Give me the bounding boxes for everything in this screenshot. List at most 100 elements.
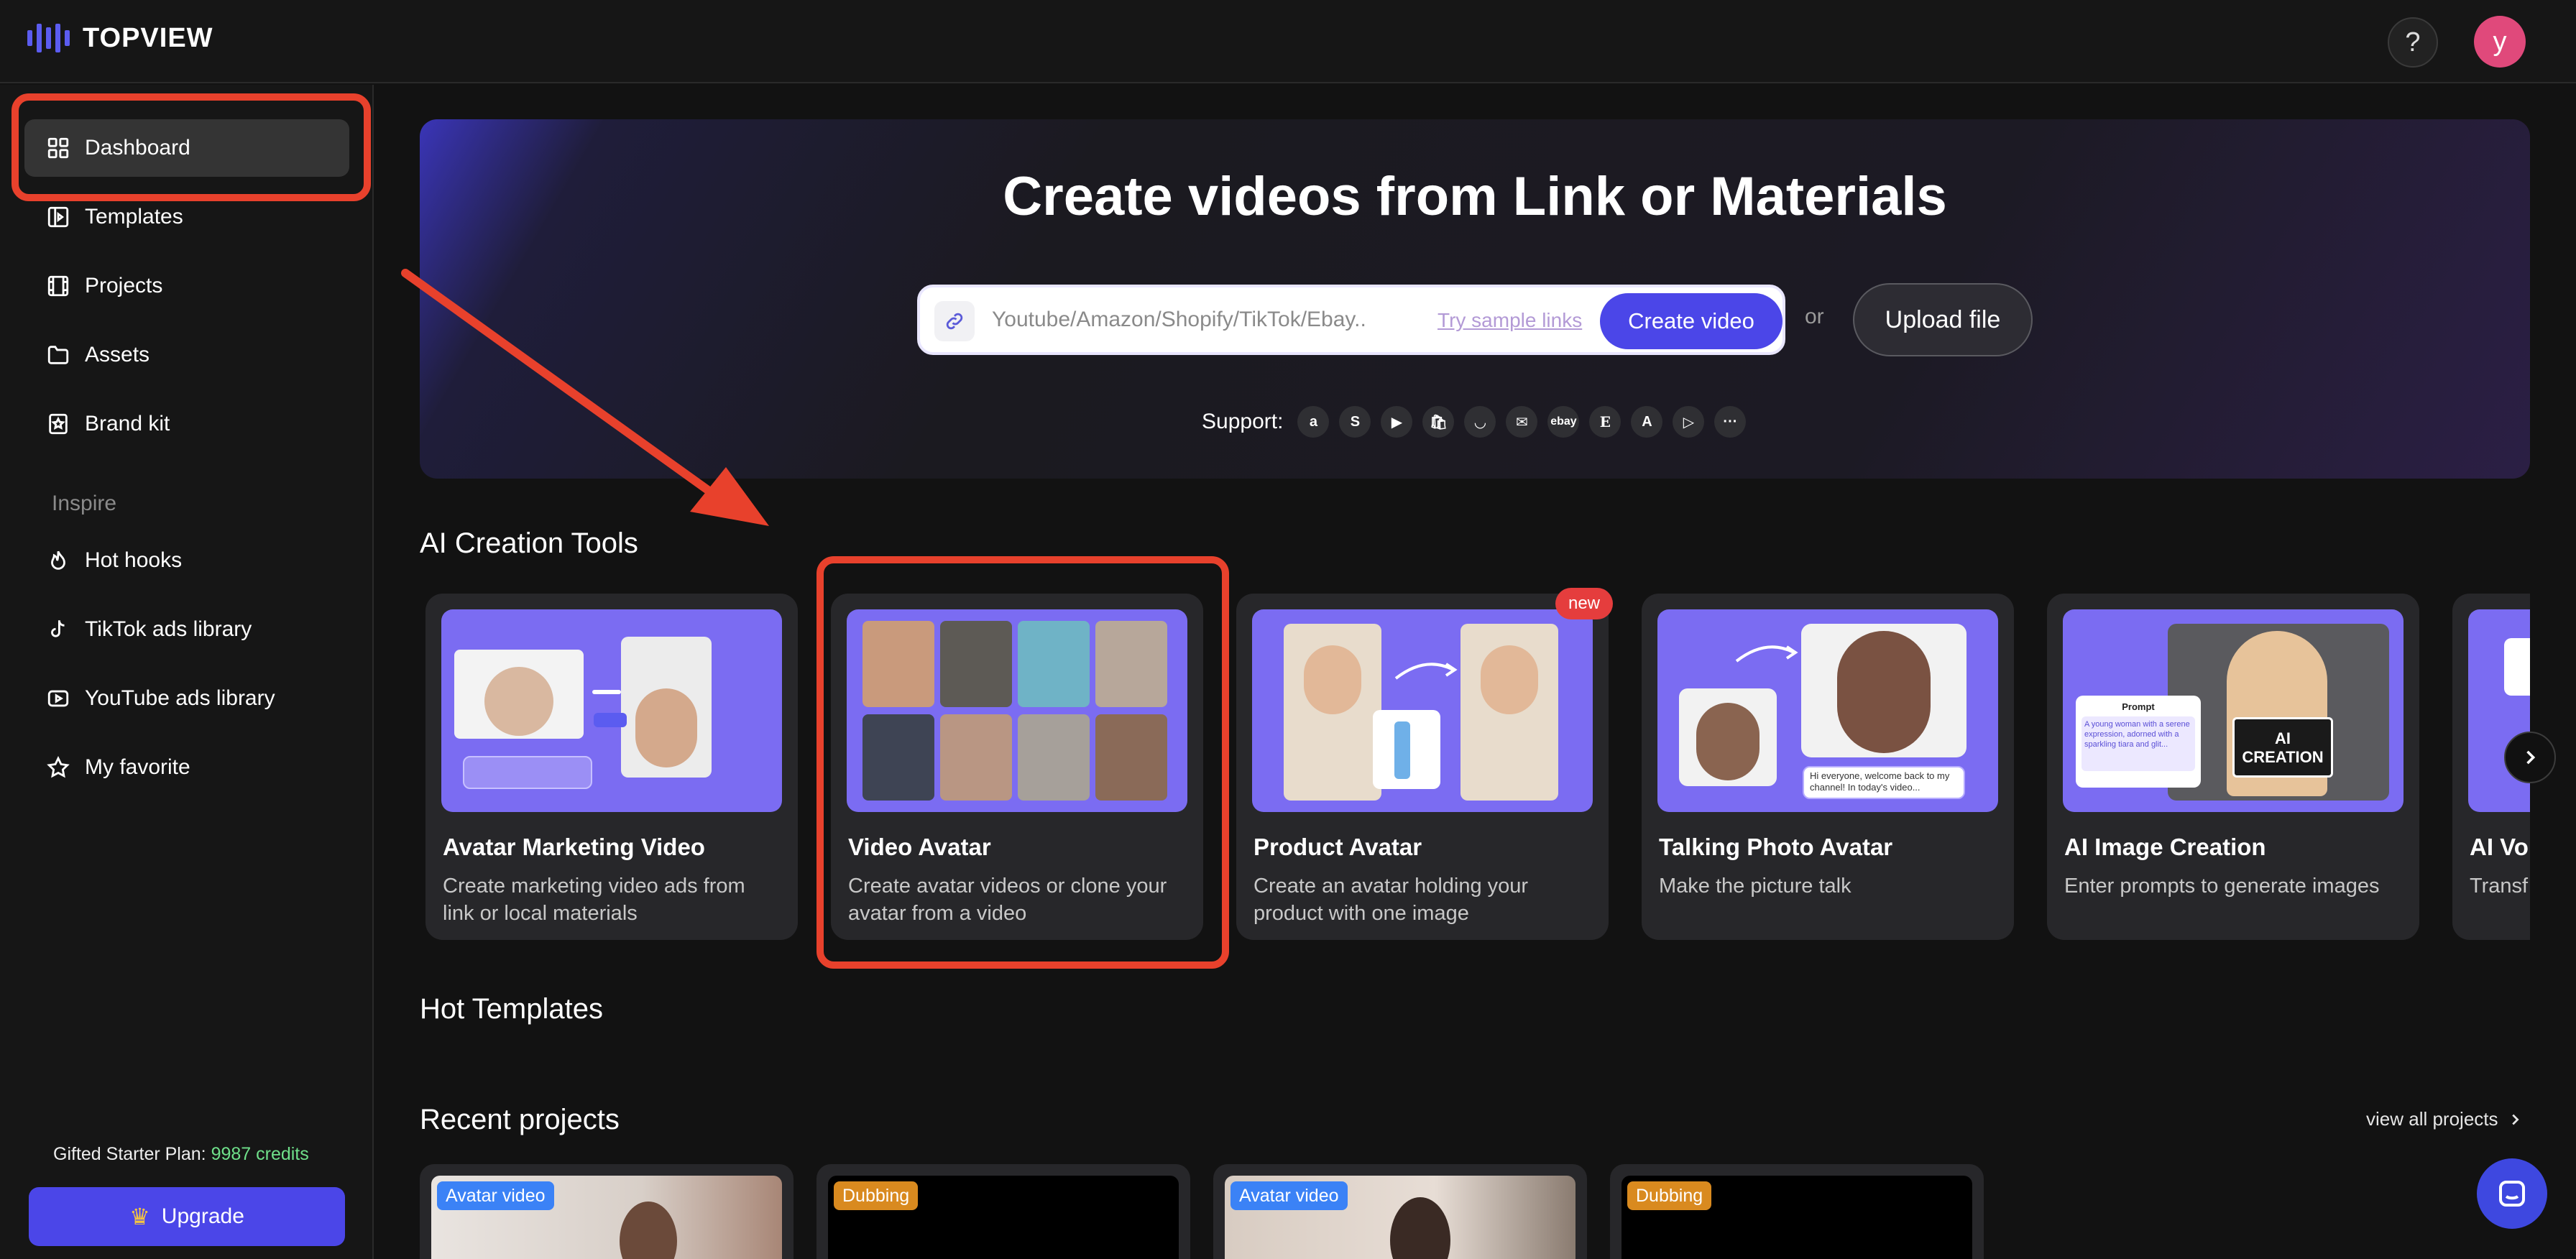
new-badge: new	[1555, 588, 1613, 619]
create-video-button[interactable]: Create video	[1600, 293, 1782, 349]
tool-card-talking-photo[interactable]: Hi everyone, welcome back to my channel!…	[1642, 594, 2014, 940]
app-store-icon: A	[1631, 406, 1663, 438]
upgrade-button[interactable]: ♛ Upgrade	[29, 1187, 345, 1246]
prompt-text: A young woman with a serene expression, …	[2082, 716, 2195, 771]
template-icon	[46, 205, 70, 229]
sidebar-item-label: Assets	[85, 343, 150, 366]
sidebar-item-label: TikTok ads library	[85, 617, 252, 641]
tool-card-ai-image[interactable]: AI CREATION Prompt A young woman with a …	[2047, 594, 2419, 940]
sidebar-item-assets[interactable]: Assets	[24, 326, 349, 384]
upload-file-button[interactable]: Upload file	[1853, 283, 2033, 356]
url-bar: Try sample links Create video	[917, 285, 1785, 355]
credits-count: 9987 credits	[211, 1144, 309, 1164]
card-title: AI Vo	[2470, 834, 2529, 860]
project-type-badge: Dubbing	[834, 1181, 919, 1210]
sidebar-item-tiktok-ads[interactable]: TikTok ads library	[24, 601, 349, 658]
project-type-badge: Avatar video	[1230, 1181, 1348, 1210]
sidebar-item-label: YouTube ads library	[85, 686, 275, 710]
chevron-right-icon	[2511, 1114, 2519, 1125]
project-type-badge: Dubbing	[1627, 1181, 1712, 1210]
sidebar-item-label: My favorite	[85, 755, 190, 779]
etsy-icon: E	[1589, 406, 1622, 438]
sidebar-item-label: Projects	[85, 274, 163, 298]
sidebar-item-label: Templates	[85, 205, 183, 229]
logo-mark-icon	[27, 22, 70, 55]
prompt-label: Prompt	[2122, 701, 2155, 712]
chevron-right-icon	[2526, 750, 2536, 765]
sidebar-item-projects[interactable]: Projects	[24, 257, 349, 315]
card-desc: Create an avatar holding your product wi…	[1254, 875, 1529, 925]
card-thumbnail	[441, 609, 782, 812]
card-title: Avatar Marketing Video	[443, 834, 705, 860]
plan-info: Gifted Starter Plan: 9987 credits	[53, 1144, 309, 1165]
sidebar-item-brand-kit[interactable]: Brand kit	[24, 395, 349, 453]
annotation-box-video-avatar	[816, 556, 1229, 969]
project-card[interactable]: Avatar video	[420, 1164, 794, 1259]
shopping-bag-icon: 🛍	[1422, 406, 1455, 438]
crown-icon: ♛	[129, 1204, 150, 1230]
sidebar: Dashboard Templates Projects Assets Bran…	[0, 85, 374, 1259]
help-button[interactable]: ?	[2388, 17, 2438, 68]
sidebar-item-my-favorite[interactable]: My favorite	[24, 739, 349, 796]
view-all-label: view all projects	[2366, 1108, 2498, 1130]
logo-text: TOPVIEW	[83, 22, 213, 53]
sidebar-item-hot-hooks[interactable]: Hot hooks	[24, 532, 349, 589]
google-play-icon: ▷	[1673, 406, 1705, 438]
folder-icon	[46, 343, 70, 367]
annotation-box-dashboard	[12, 93, 371, 201]
speech-bubble: Hi everyone, welcome back to my channel!…	[1803, 766, 1965, 799]
ai-creation-sign: AI CREATION	[2232, 717, 2333, 778]
project-card[interactable]: Dubbing	[816, 1164, 1190, 1259]
project-card[interactable]: Dubbing	[1610, 1164, 1984, 1259]
hero-title: Create videos from Link or Materials	[1003, 166, 1947, 227]
project-card[interactable]: Avatar video	[1213, 1164, 1587, 1259]
topview-logo[interactable]: TOPVIEW	[27, 22, 213, 55]
hot-templates-heading: Hot Templates	[420, 993, 603, 1025]
flame-icon	[46, 548, 70, 573]
view-all-projects-link[interactable]: view all projects	[2366, 1108, 2523, 1130]
or-label: or	[1805, 305, 1824, 328]
card-thumbnail: Hi everyone, welcome back to my channel!…	[1657, 609, 1998, 812]
chat-icon	[2499, 1181, 2525, 1207]
shopify-icon: S	[1339, 406, 1371, 438]
sidebar-item-label: Hot hooks	[85, 548, 183, 572]
sidebar-item-youtube-ads[interactable]: YouTube ads library	[24, 670, 349, 727]
tool-card-product-avatar[interactable]: Product Avatar Create an avatar holding …	[1236, 594, 1609, 940]
tools-carousel: Avatar Marketing Video Create marketing …	[420, 589, 2530, 941]
card-thumbnail: AI CREATION Prompt A young woman with a …	[2063, 609, 2404, 812]
plan-label: Gifted Starter Plan:	[53, 1144, 206, 1164]
upgrade-label: Upgrade	[161, 1204, 244, 1228]
more-icon: ···	[1714, 406, 1747, 438]
star-icon	[46, 755, 70, 780]
try-sample-links-link[interactable]: Try sample links	[1438, 309, 1582, 332]
ebay-icon: ebay	[1547, 406, 1580, 438]
youtube-icon	[46, 686, 70, 711]
support-label: Support:	[1202, 410, 1284, 433]
card-desc: Make the picture talk	[1659, 875, 1852, 898]
chat-support-button[interactable]	[2477, 1158, 2547, 1229]
sidebar-item-label: Brand kit	[85, 412, 170, 435]
inspire-section-label: Inspire	[52, 492, 117, 515]
mail-icon: ✉	[1506, 406, 1538, 438]
card-title: AI Image Creation	[2064, 834, 2266, 860]
card-title: Product Avatar	[1254, 834, 1422, 860]
recent-projects-heading: Recent projects	[420, 1104, 620, 1135]
film-icon	[46, 274, 70, 298]
smile-icon: ◡	[1464, 406, 1496, 438]
card-title: Talking Photo Avatar	[1659, 834, 1893, 860]
top-header: TOPVIEW ? y	[0, 0, 2576, 83]
user-avatar[interactable]: y	[2474, 16, 2526, 68]
annotation-arrow	[401, 269, 769, 526]
tool-card-avatar-marketing[interactable]: Avatar Marketing Video Create marketing …	[426, 594, 798, 940]
project-type-badge: Avatar video	[437, 1181, 554, 1210]
star-bookmark-icon	[46, 412, 70, 436]
youtube-icon: ▶	[1381, 406, 1413, 438]
tiktok-icon	[46, 617, 70, 642]
card-desc: Transf	[2470, 875, 2529, 898]
card-desc: Enter prompts to generate images	[2064, 875, 2380, 898]
prompt-card: Prompt A young woman with a serene expre…	[2076, 696, 2201, 788]
card-desc: Create marketing video ads from link or …	[443, 875, 745, 925]
link-icon	[934, 301, 975, 341]
url-input[interactable]	[992, 308, 1394, 332]
carousel-next-button[interactable]	[2504, 732, 2556, 783]
